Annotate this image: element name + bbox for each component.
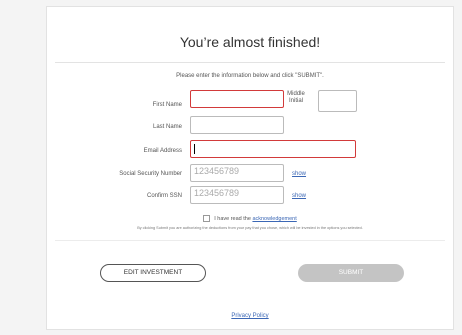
text-caret xyxy=(194,144,195,154)
first-name-input[interactable] xyxy=(190,90,284,108)
ssn-label: Social Security Number xyxy=(119,171,182,177)
edit-investment-button[interactable]: EDIT INVESTMENT xyxy=(100,264,206,282)
acknowledgement-link[interactable]: acknowledgement xyxy=(252,216,296,222)
divider xyxy=(55,62,445,63)
first-name-label: First Name xyxy=(152,102,182,108)
middle-initial-label: Middle Initial xyxy=(279,91,313,105)
fine-print: By clicking Submit you are authorizing t… xyxy=(137,226,363,230)
last-name-label: Last Name xyxy=(152,124,182,130)
ssn-input[interactable]: 123456789 xyxy=(190,164,284,182)
acknowledgement-text: I have read the xyxy=(214,215,251,222)
divider xyxy=(55,240,445,241)
email-input[interactable] xyxy=(190,140,356,158)
ssn-placeholder: 123456789 xyxy=(194,166,240,176)
submit-button[interactable]: SUBMIT xyxy=(298,264,404,282)
last-name-input[interactable] xyxy=(190,116,284,134)
confirm-ssn-label: Confirm SSN xyxy=(146,193,182,199)
acknowledgement-row: I have read the acknowledgement xyxy=(47,215,453,222)
confirm-ssn-show-link[interactable]: show xyxy=(292,193,306,199)
instructions-text: Please enter the information below and c… xyxy=(176,73,324,79)
middle-initial-label-line2: Initial xyxy=(288,98,303,104)
middle-initial-input[interactable] xyxy=(318,90,357,112)
email-label: Email Address xyxy=(143,148,182,154)
confirm-ssn-placeholder: 123456789 xyxy=(194,188,240,198)
ssn-show-link[interactable]: show xyxy=(292,171,306,177)
privacy-policy-link[interactable]: Privacy Policy xyxy=(47,313,453,319)
page-title: You’re almost finished! xyxy=(179,34,321,50)
form-card: You’re almost finished! Please enter the… xyxy=(46,6,454,330)
middle-initial-label-line1: Middle xyxy=(287,91,305,97)
acknowledgement-checkbox[interactable] xyxy=(203,215,211,222)
confirm-ssn-input[interactable]: 123456789 xyxy=(190,186,284,204)
